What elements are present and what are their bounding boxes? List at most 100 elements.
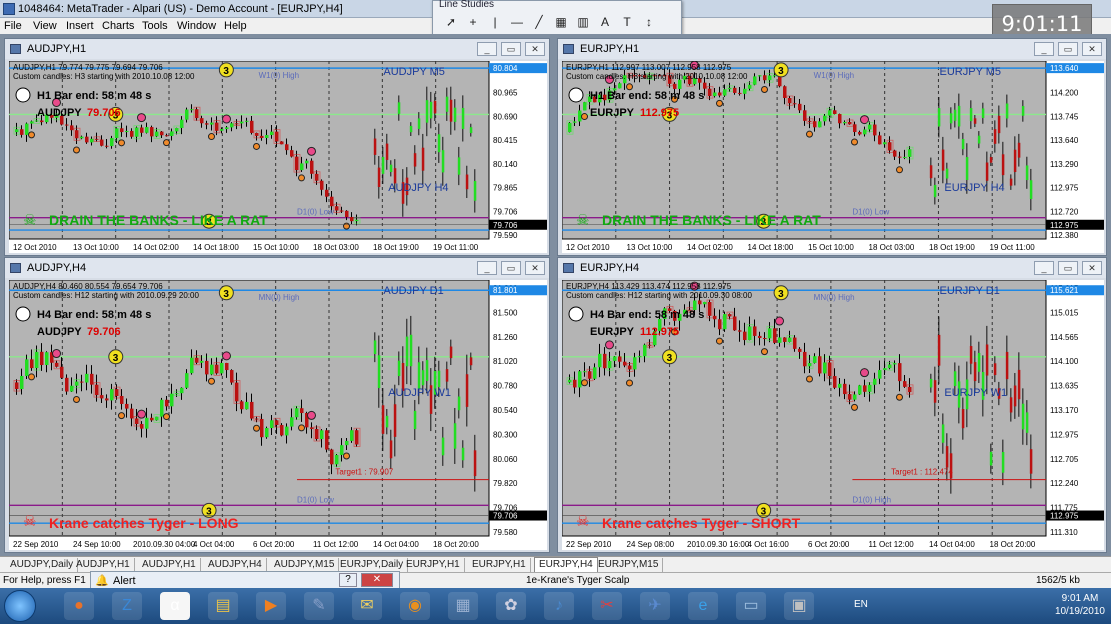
menu-item-window[interactable]: Window bbox=[177, 20, 216, 32]
alpari-icon[interactable]: α bbox=[160, 592, 190, 620]
notes-icon[interactable]: ✉ bbox=[352, 592, 382, 620]
chart-window-0[interactable]: AUDJPY,H1 _ ▭ ✕ 3 3 3 AUDJPY,H1 79.774 79.775 7… bbox=[4, 38, 550, 256]
grid-icon[interactable]: ▥ bbox=[573, 13, 593, 31]
chart-tab[interactable]: EURJPY,Daily bbox=[336, 558, 409, 572]
chart-tab[interactable]: AUDJPY,H1 bbox=[138, 558, 201, 572]
chart-window-header[interactable]: AUDJPY,H1 _ ▭ ✕ bbox=[5, 39, 549, 59]
menu-item-insert[interactable]: Insert bbox=[66, 20, 94, 32]
media-player-icon[interactable]: ▶ bbox=[256, 592, 286, 620]
candle-body bbox=[255, 132, 259, 136]
fibo-icon[interactable]: ▦ bbox=[551, 13, 571, 31]
candle-body bbox=[888, 142, 892, 151]
time-axis-tick: 12 Oct 2010 bbox=[13, 243, 57, 252]
price-chart[interactable]: 333EURJPY,H1 112.997 113.007 112.958 112… bbox=[562, 61, 1104, 253]
mtf-candle bbox=[961, 409, 965, 429]
chart-tab[interactable]: AUDJPY,H1 bbox=[72, 558, 135, 572]
chart-window-2[interactable]: AUDJPY,H4 _ ▭ ✕ 3 3 3 AUDJPY,H4 80.460 80.554 7… bbox=[4, 257, 550, 553]
tools-icon[interactable]: ✎ bbox=[304, 592, 334, 620]
pivot-marker bbox=[137, 409, 146, 419]
close-icon[interactable]: ✕ bbox=[361, 573, 393, 587]
candle-body bbox=[718, 92, 722, 96]
price-chart[interactable]: 333AUDJPY,H1 79.774 79.775 79.694 79.706… bbox=[9, 61, 547, 253]
ie-icon[interactable]: e bbox=[688, 592, 718, 620]
candle-body bbox=[883, 142, 887, 145]
language-indicator[interactable]: EN bbox=[854, 599, 868, 610]
app-root: 1048464: MetaTrader - Alpari (US) - Demo… bbox=[0, 0, 1111, 624]
chart-tab[interactable]: EURJPY,H1 bbox=[402, 558, 465, 572]
close-icon[interactable]: ✕ bbox=[1082, 42, 1102, 56]
chart-tab[interactable]: AUDJPY,M15 bbox=[270, 558, 340, 572]
horizontal-line-icon[interactable]: — bbox=[507, 13, 527, 31]
candle-body bbox=[893, 150, 897, 157]
chart-window-3[interactable]: EURJPY,H4 _ ▭ ✕ 3 3 3 EURJPY,H4 113.429 113.474… bbox=[557, 257, 1107, 553]
files-icon[interactable]: ▣ bbox=[784, 592, 814, 620]
close-icon[interactable]: ✕ bbox=[525, 42, 545, 56]
menu-item-view[interactable]: View bbox=[33, 20, 57, 32]
taskbar-clock[interactable]: 9:01 AM 10/19/2010 bbox=[1055, 592, 1105, 618]
chart-icon bbox=[563, 44, 574, 54]
start-button[interactable] bbox=[4, 590, 36, 622]
time-axis-tick: 11 Oct 12:00 bbox=[869, 540, 915, 549]
chart-tab[interactable]: EURJPY,M15 bbox=[594, 558, 664, 572]
candle-body bbox=[190, 109, 194, 111]
firefox-icon[interactable]: ● bbox=[64, 592, 94, 620]
outlook-icon[interactable]: ◉ bbox=[400, 592, 430, 620]
line-studies-title: Line Studies bbox=[439, 0, 495, 10]
text-icon[interactable]: A bbox=[595, 13, 615, 31]
minimize-icon[interactable]: _ bbox=[1034, 42, 1054, 56]
alert-window[interactable]: 🔔 Alert ? ✕ bbox=[90, 571, 400, 589]
zune-icon[interactable]: Z bbox=[112, 592, 142, 620]
chart-tab[interactable]: AUDJPY,H4 bbox=[204, 558, 267, 572]
menu-item-charts[interactable]: Charts bbox=[102, 20, 134, 32]
screen-icon[interactable]: ▭ bbox=[736, 592, 766, 620]
paint-icon[interactable]: ✿ bbox=[496, 592, 526, 620]
scissors-icon[interactable]: ✂ bbox=[592, 592, 622, 620]
line-studies-toolbar[interactable]: Line Studies ➚ + | — ╱ ▦ ▥ A T ↕ bbox=[432, 0, 682, 36]
chart-window-header[interactable]: AUDJPY,H4 _ ▭ ✕ bbox=[5, 258, 549, 278]
folder-icon[interactable]: ▤ bbox=[208, 592, 238, 620]
candle-body bbox=[803, 351, 807, 367]
candle-body bbox=[70, 385, 74, 392]
restore-icon[interactable]: ▭ bbox=[1058, 42, 1078, 56]
restore-icon[interactable]: ▭ bbox=[501, 42, 521, 56]
status-profile[interactable]: 1e-Krane's Tyger Scalp bbox=[526, 575, 629, 586]
chart-tab[interactable]: EURJPY,H1 bbox=[468, 558, 531, 572]
menu-item-help[interactable]: Help bbox=[224, 20, 247, 32]
mtf-candle bbox=[973, 362, 977, 382]
minimize-icon[interactable]: _ bbox=[477, 261, 497, 275]
chart-window-header[interactable]: EURJPY,H1 _ ▭ ✕ bbox=[558, 39, 1106, 59]
price-axis-tick: 112.240 bbox=[1050, 479, 1079, 488]
candle-body bbox=[265, 135, 269, 138]
restore-icon[interactable]: ▭ bbox=[501, 261, 521, 275]
menu-item-tools[interactable]: Tools bbox=[142, 20, 168, 32]
minimize-icon[interactable]: _ bbox=[1034, 261, 1054, 275]
price-chart[interactable]: 333AUDJPY,H4 80.460 80.554 79.654 79.706… bbox=[9, 280, 547, 550]
crosshair-icon[interactable]: + bbox=[463, 13, 483, 31]
calculator-icon[interactable]: ▦ bbox=[448, 592, 478, 620]
custom-candles-label: Custom candles: H12 starting with 2010.0… bbox=[566, 291, 752, 300]
price-chart[interactable]: 333EURJPY,H4 113.429 113.474 112.958 112… bbox=[562, 280, 1104, 550]
close-icon[interactable]: ✕ bbox=[525, 261, 545, 275]
trendline-icon[interactable]: ╱ bbox=[529, 13, 549, 31]
menu-item-file[interactable]: File bbox=[4, 20, 22, 32]
cursor-icon[interactable]: ➚ bbox=[441, 13, 461, 31]
close-icon[interactable]: ✕ bbox=[1082, 261, 1102, 275]
label-icon[interactable]: T bbox=[617, 13, 637, 31]
vertical-line-icon[interactable]: | bbox=[485, 13, 505, 31]
restore-icon[interactable]: ▭ bbox=[1058, 261, 1078, 275]
thunderbird-icon[interactable]: ✈ bbox=[640, 592, 670, 620]
candle-body bbox=[908, 386, 912, 393]
chart-window-header[interactable]: EURJPY,H4 _ ▭ ✕ bbox=[558, 258, 1106, 278]
candle-body bbox=[120, 128, 124, 133]
chart-tab[interactable]: AUDJPY,Daily bbox=[6, 558, 79, 572]
minimize-icon[interactable]: _ bbox=[477, 42, 497, 56]
candle-body bbox=[295, 408, 299, 418]
chart-window-1[interactable]: EURJPY,H1 _ ▭ ✕ 3 3 3 EURJPY,H1 112.997 113.007… bbox=[557, 38, 1107, 256]
arrows-icon[interactable]: ↕ bbox=[639, 13, 659, 31]
chart-tab[interactable]: EURJPY,H4 bbox=[534, 557, 598, 573]
mtf-candle bbox=[1021, 106, 1025, 116]
itunes-icon[interactable]: ♪ bbox=[544, 592, 574, 620]
help-icon[interactable]: ? bbox=[339, 573, 357, 587]
mtf-label-bottom: AUDJPY W1 bbox=[388, 387, 451, 399]
candle-body bbox=[275, 131, 279, 142]
